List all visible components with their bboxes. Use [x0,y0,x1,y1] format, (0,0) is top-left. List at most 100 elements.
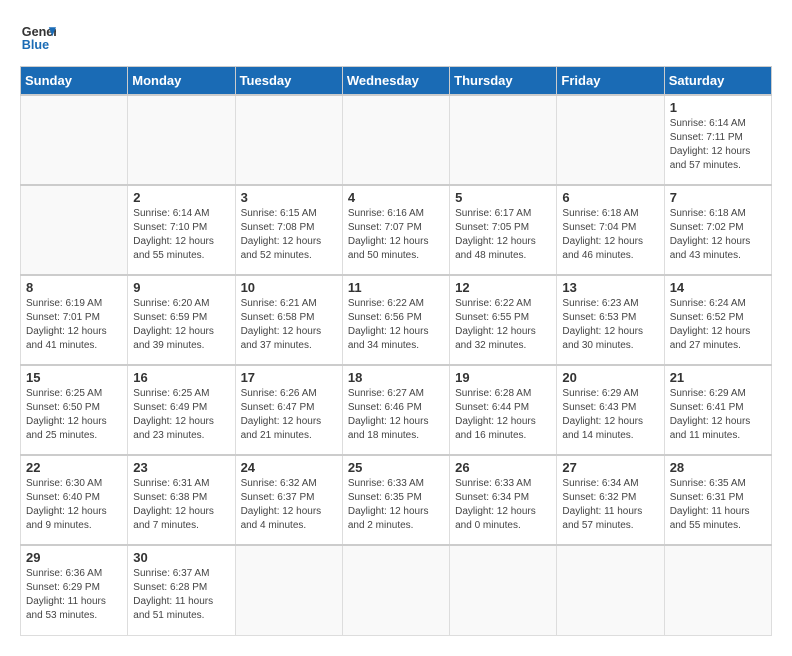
day-number: 2 [133,190,229,205]
empty-cell [21,185,128,275]
day-number: 24 [241,460,337,475]
day-number: 19 [455,370,551,385]
day-info: Sunrise: 6:21 AM Sunset: 6:58 PM Dayligh… [241,297,337,353]
week-row-3: 15 Sunrise: 6:25 AM Sunset: 6:50 PM Dayl… [21,365,772,455]
day-number: 27 [562,460,658,475]
day-number: 18 [348,370,444,385]
day-info: Sunrise: 6:20 AM Sunset: 6:59 PM Dayligh… [133,297,229,353]
day-number: 6 [562,190,658,205]
day-number: 16 [133,370,229,385]
day-number: 9 [133,280,229,295]
empty-cell [557,95,664,185]
empty-cell [342,545,449,635]
day-number: 20 [562,370,658,385]
day-info: Sunrise: 6:36 AM Sunset: 6:29 PM Dayligh… [26,567,122,623]
day-cell-16: 16 Sunrise: 6:25 AM Sunset: 6:49 PM Dayl… [128,365,235,455]
day-info: Sunrise: 6:28 AM Sunset: 6:44 PM Dayligh… [455,387,551,443]
day-number: 14 [670,280,766,295]
day-info: Sunrise: 6:32 AM Sunset: 6:37 PM Dayligh… [241,477,337,533]
day-info: Sunrise: 6:16 AM Sunset: 7:07 PM Dayligh… [348,207,444,263]
day-cell-17: 17 Sunrise: 6:26 AM Sunset: 6:47 PM Dayl… [235,365,342,455]
day-cell-5: 5 Sunrise: 6:17 AM Sunset: 7:05 PM Dayli… [450,185,557,275]
day-header-sunday: Sunday [21,67,128,96]
day-cell-15: 15 Sunrise: 6:25 AM Sunset: 6:50 PM Dayl… [21,365,128,455]
day-cell-2: 2 Sunrise: 6:14 AM Sunset: 7:10 PM Dayli… [128,185,235,275]
day-info: Sunrise: 6:33 AM Sunset: 6:34 PM Dayligh… [455,477,551,533]
day-cell-10: 10 Sunrise: 6:21 AM Sunset: 6:58 PM Dayl… [235,275,342,365]
day-number: 30 [133,550,229,565]
day-info: Sunrise: 6:27 AM Sunset: 6:46 PM Dayligh… [348,387,444,443]
day-number: 3 [241,190,337,205]
day-cell-9: 9 Sunrise: 6:20 AM Sunset: 6:59 PM Dayli… [128,275,235,365]
empty-cell [342,95,449,185]
day-number: 26 [455,460,551,475]
day-info: Sunrise: 6:14 AM Sunset: 7:10 PM Dayligh… [133,207,229,263]
day-number: 22 [26,460,122,475]
day-cell-24: 24 Sunrise: 6:32 AM Sunset: 6:37 PM Dayl… [235,455,342,545]
logo: General Blue [20,20,56,56]
page-header: General Blue [20,20,772,56]
day-info: Sunrise: 6:37 AM Sunset: 6:28 PM Dayligh… [133,567,229,623]
day-number: 17 [241,370,337,385]
day-cell-7: 7 Sunrise: 6:18 AM Sunset: 7:02 PM Dayli… [664,185,771,275]
day-info: Sunrise: 6:26 AM Sunset: 6:47 PM Dayligh… [241,387,337,443]
day-number: 12 [455,280,551,295]
day-cell-12: 12 Sunrise: 6:22 AM Sunset: 6:55 PM Dayl… [450,275,557,365]
day-info: Sunrise: 6:18 AM Sunset: 7:02 PM Dayligh… [670,207,766,263]
day-info: Sunrise: 6:19 AM Sunset: 7:01 PM Dayligh… [26,297,122,353]
empty-cell [557,545,664,635]
day-cell-27: 27 Sunrise: 6:34 AM Sunset: 6:32 PM Dayl… [557,455,664,545]
calendar: SundayMondayTuesdayWednesdayThursdayFrid… [20,66,772,636]
day-cell-23: 23 Sunrise: 6:31 AM Sunset: 6:38 PM Dayl… [128,455,235,545]
day-cell-28: 28 Sunrise: 6:35 AM Sunset: 6:31 PM Dayl… [664,455,771,545]
day-cell-11: 11 Sunrise: 6:22 AM Sunset: 6:56 PM Dayl… [342,275,449,365]
day-info: Sunrise: 6:25 AM Sunset: 6:49 PM Dayligh… [133,387,229,443]
day-info: Sunrise: 6:25 AM Sunset: 6:50 PM Dayligh… [26,387,122,443]
day-number: 1 [670,100,766,115]
day-cell-21: 21 Sunrise: 6:29 AM Sunset: 6:41 PM Dayl… [664,365,771,455]
day-info: Sunrise: 6:24 AM Sunset: 6:52 PM Dayligh… [670,297,766,353]
day-header-friday: Friday [557,67,664,96]
day-cell-30: 30 Sunrise: 6:37 AM Sunset: 6:28 PM Dayl… [128,545,235,635]
week-row-0: 1 Sunrise: 6:14 AM Sunset: 7:11 PM Dayli… [21,95,772,185]
day-number: 11 [348,280,444,295]
week-row-2: 8 Sunrise: 6:19 AM Sunset: 7:01 PM Dayli… [21,275,772,365]
empty-cell [128,95,235,185]
empty-cell [235,95,342,185]
day-info: Sunrise: 6:34 AM Sunset: 6:32 PM Dayligh… [562,477,658,533]
day-cell-26: 26 Sunrise: 6:33 AM Sunset: 6:34 PM Dayl… [450,455,557,545]
week-row-5: 29 Sunrise: 6:36 AM Sunset: 6:29 PM Dayl… [21,545,772,635]
day-cell-19: 19 Sunrise: 6:28 AM Sunset: 6:44 PM Dayl… [450,365,557,455]
logo-icon: General Blue [20,20,56,56]
day-cell-20: 20 Sunrise: 6:29 AM Sunset: 6:43 PM Dayl… [557,365,664,455]
day-cell-6: 6 Sunrise: 6:18 AM Sunset: 7:04 PM Dayli… [557,185,664,275]
day-header-monday: Monday [128,67,235,96]
day-info: Sunrise: 6:22 AM Sunset: 6:56 PM Dayligh… [348,297,444,353]
day-number: 5 [455,190,551,205]
day-info: Sunrise: 6:14 AM Sunset: 7:11 PM Dayligh… [670,117,766,173]
empty-cell [450,545,557,635]
day-header-wednesday: Wednesday [342,67,449,96]
empty-cell [21,95,128,185]
day-cell-22: 22 Sunrise: 6:30 AM Sunset: 6:40 PM Dayl… [21,455,128,545]
day-cell-13: 13 Sunrise: 6:23 AM Sunset: 6:53 PM Dayl… [557,275,664,365]
day-info: Sunrise: 6:18 AM Sunset: 7:04 PM Dayligh… [562,207,658,263]
svg-text:Blue: Blue [22,38,49,52]
week-row-4: 22 Sunrise: 6:30 AM Sunset: 6:40 PM Dayl… [21,455,772,545]
day-number: 10 [241,280,337,295]
day-info: Sunrise: 6:15 AM Sunset: 7:08 PM Dayligh… [241,207,337,263]
day-number: 28 [670,460,766,475]
day-cell-18: 18 Sunrise: 6:27 AM Sunset: 6:46 PM Dayl… [342,365,449,455]
day-info: Sunrise: 6:22 AM Sunset: 6:55 PM Dayligh… [455,297,551,353]
day-number: 4 [348,190,444,205]
day-cell-25: 25 Sunrise: 6:33 AM Sunset: 6:35 PM Dayl… [342,455,449,545]
day-number: 8 [26,280,122,295]
day-info: Sunrise: 6:17 AM Sunset: 7:05 PM Dayligh… [455,207,551,263]
day-info: Sunrise: 6:31 AM Sunset: 6:38 PM Dayligh… [133,477,229,533]
day-info: Sunrise: 6:30 AM Sunset: 6:40 PM Dayligh… [26,477,122,533]
day-cell-29: 29 Sunrise: 6:36 AM Sunset: 6:29 PM Dayl… [21,545,128,635]
day-header-saturday: Saturday [664,67,771,96]
empty-cell [664,545,771,635]
day-cell-14: 14 Sunrise: 6:24 AM Sunset: 6:52 PM Dayl… [664,275,771,365]
day-info: Sunrise: 6:23 AM Sunset: 6:53 PM Dayligh… [562,297,658,353]
